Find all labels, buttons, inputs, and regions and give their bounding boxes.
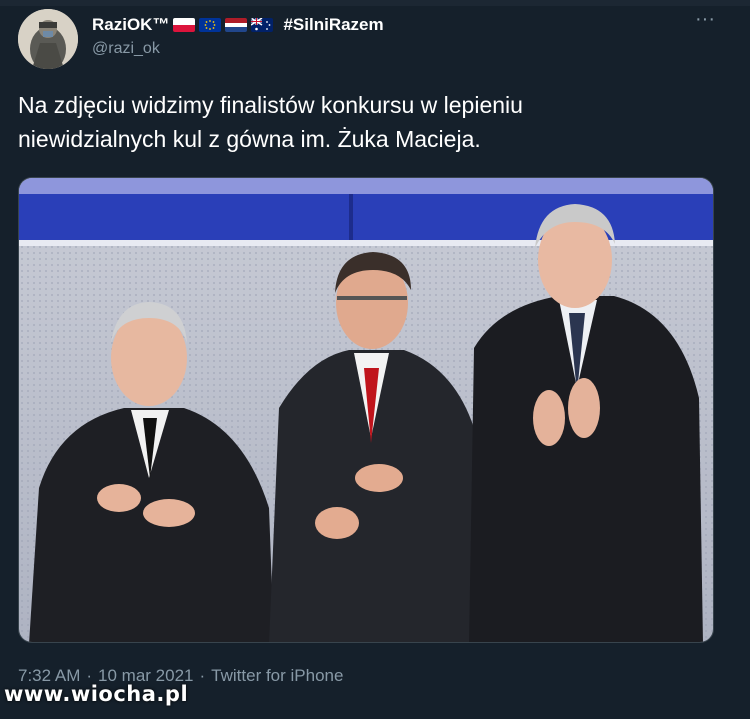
uk-australia-flag-icon (251, 18, 274, 32)
tweet-text-line-1: Na zdjęciu widzimy finalistów konkursu w… (18, 92, 523, 118)
poland-flag-icon (173, 18, 196, 32)
avatar[interactable] (18, 9, 78, 69)
previous-tweet-edge (0, 0, 750, 6)
avatar-image (18, 9, 78, 69)
more-options-icon[interactable]: ··· (690, 9, 720, 34)
display-name[interactable]: RaziOK™ (92, 15, 169, 35)
photo-three-men-clapping (19, 178, 713, 642)
tweet-text-line-2: niewidzialnych kul z gówna im. Żuka Maci… (18, 126, 481, 152)
tweet-source[interactable]: Twitter for iPhone (211, 666, 343, 686)
hashtag-in-name[interactable]: #SilniRazem (283, 15, 383, 35)
eu-flag-icon (199, 18, 222, 32)
watermark: www.wiocha.pl (4, 682, 189, 706)
user-handle[interactable]: @razi_ok (92, 40, 160, 58)
tweet-photo[interactable] (18, 177, 714, 643)
netherlands-flag-icon (225, 18, 248, 32)
author-name-row[interactable]: RaziOK™ #SilniRazem (92, 14, 384, 36)
tweet-text: Na zdjęciu widzimy finalistów konkursu w… (18, 88, 718, 156)
meta-separator-2: · (199, 666, 206, 685)
